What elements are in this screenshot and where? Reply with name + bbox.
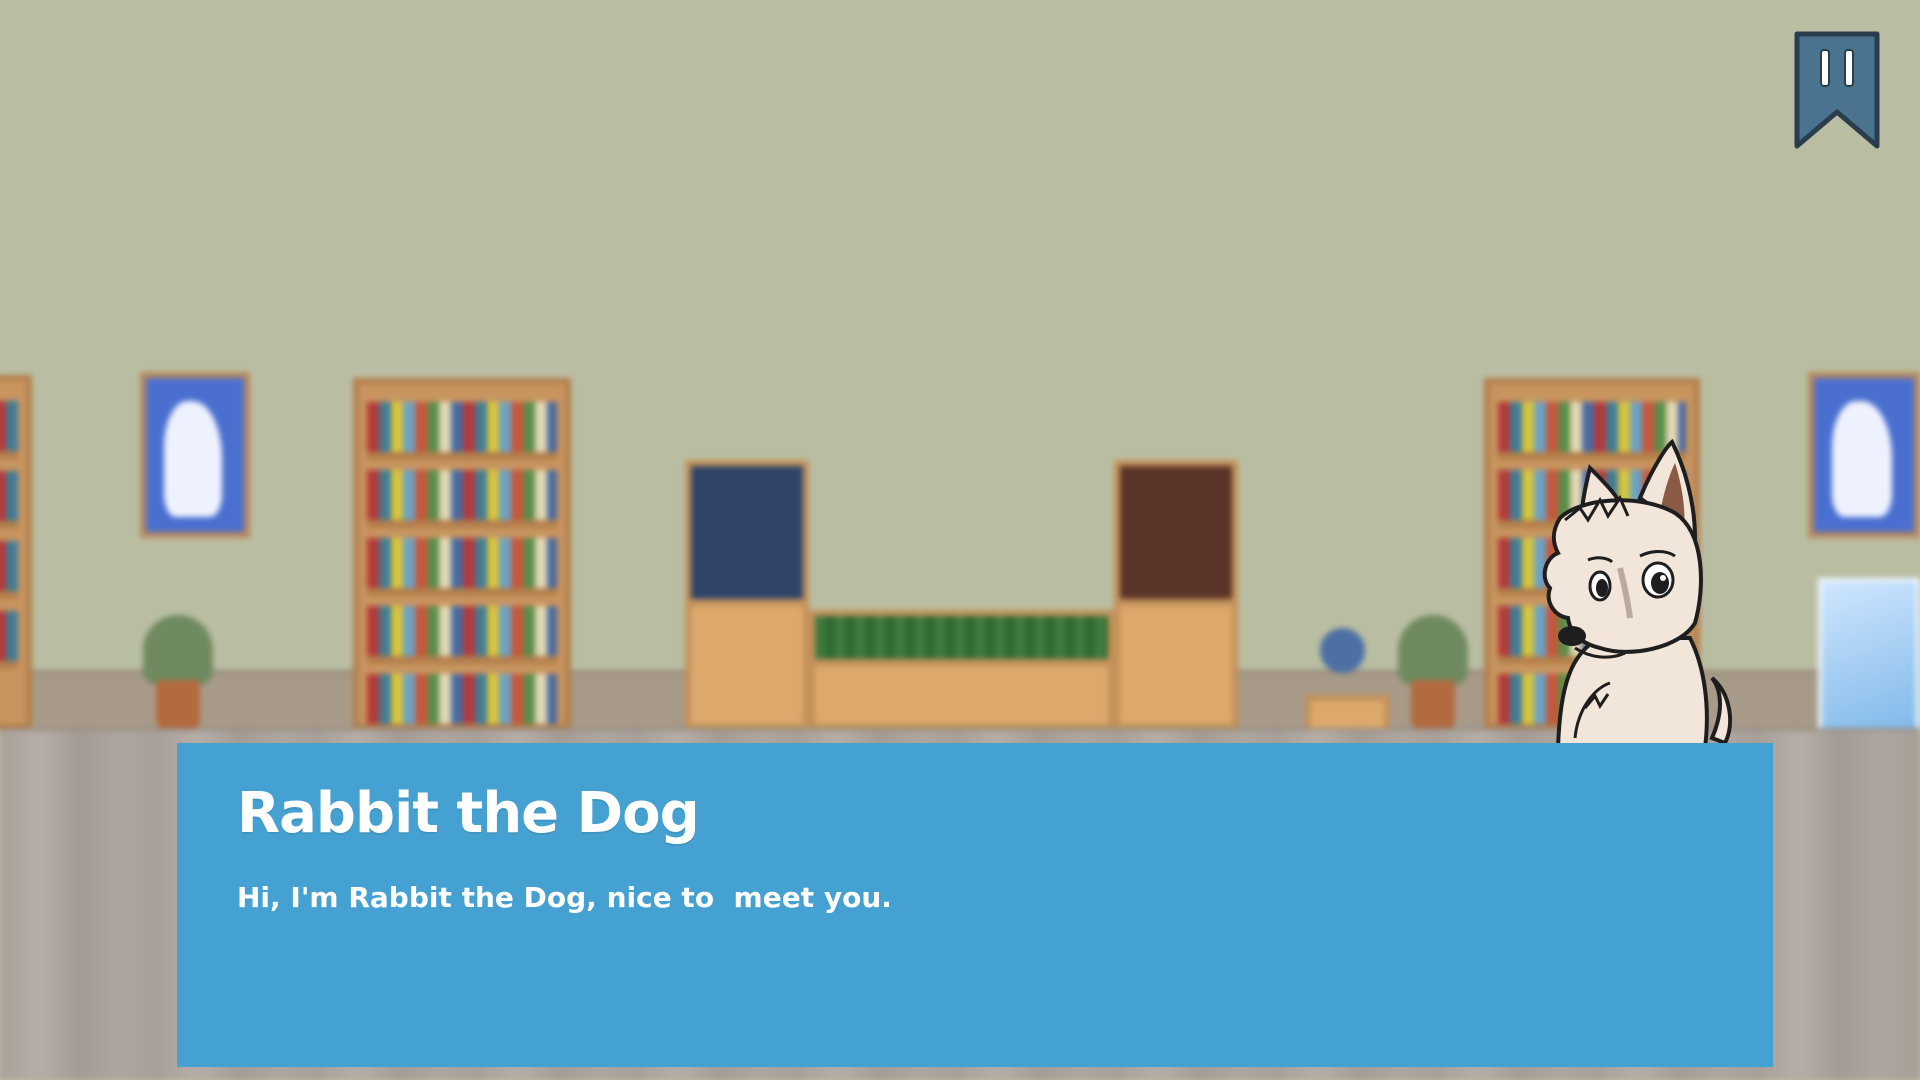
- shelf-books: [0, 541, 18, 599]
- globe: [1320, 628, 1365, 673]
- dog-silhouette: [1832, 401, 1892, 517]
- dog-silhouette: [163, 401, 223, 517]
- low-bookshelf: [809, 610, 1114, 665]
- poster: [1818, 578, 1920, 738]
- shelf-books: [0, 471, 18, 529]
- pause-button[interactable]: [1791, 28, 1883, 154]
- dog-picture-frame: [1808, 372, 1920, 538]
- bookshelf: [353, 378, 571, 732]
- cabinet: [1114, 600, 1238, 730]
- cabinet: [685, 600, 809, 730]
- shelf-books: [0, 611, 18, 669]
- game-screen[interactable]: Rabbit the Dog Hi, I'm Rabbit the Dog, n…: [0, 0, 1920, 1080]
- dialog-text: Hi, I'm Rabbit the Dog, nice to meet you…: [237, 881, 892, 914]
- cabinet-top: [1114, 460, 1238, 605]
- shelf-books: [367, 674, 557, 732]
- cabinet-top: [685, 460, 809, 605]
- dialog-box[interactable]: Rabbit the Dog Hi, I'm Rabbit the Dog, n…: [177, 743, 1773, 1067]
- shelf-books: [367, 402, 557, 460]
- dog-picture-frame: [140, 372, 250, 538]
- pause-bookmark-icon: [1794, 31, 1880, 149]
- shelf-books: [367, 606, 557, 664]
- dog-character-sprite: [1500, 438, 1750, 750]
- bookshelf: [0, 375, 32, 730]
- shelf-books: [0, 401, 18, 459]
- plant-pot: [156, 680, 200, 730]
- speaker-name: Rabbit the Dog: [237, 781, 700, 846]
- plant-pot: [1411, 680, 1455, 730]
- shelf-books: [367, 538, 557, 596]
- plant-leaves: [1398, 615, 1468, 685]
- cabinet: [809, 660, 1114, 730]
- plant-leaves: [143, 615, 213, 685]
- shelf-books: [367, 470, 557, 528]
